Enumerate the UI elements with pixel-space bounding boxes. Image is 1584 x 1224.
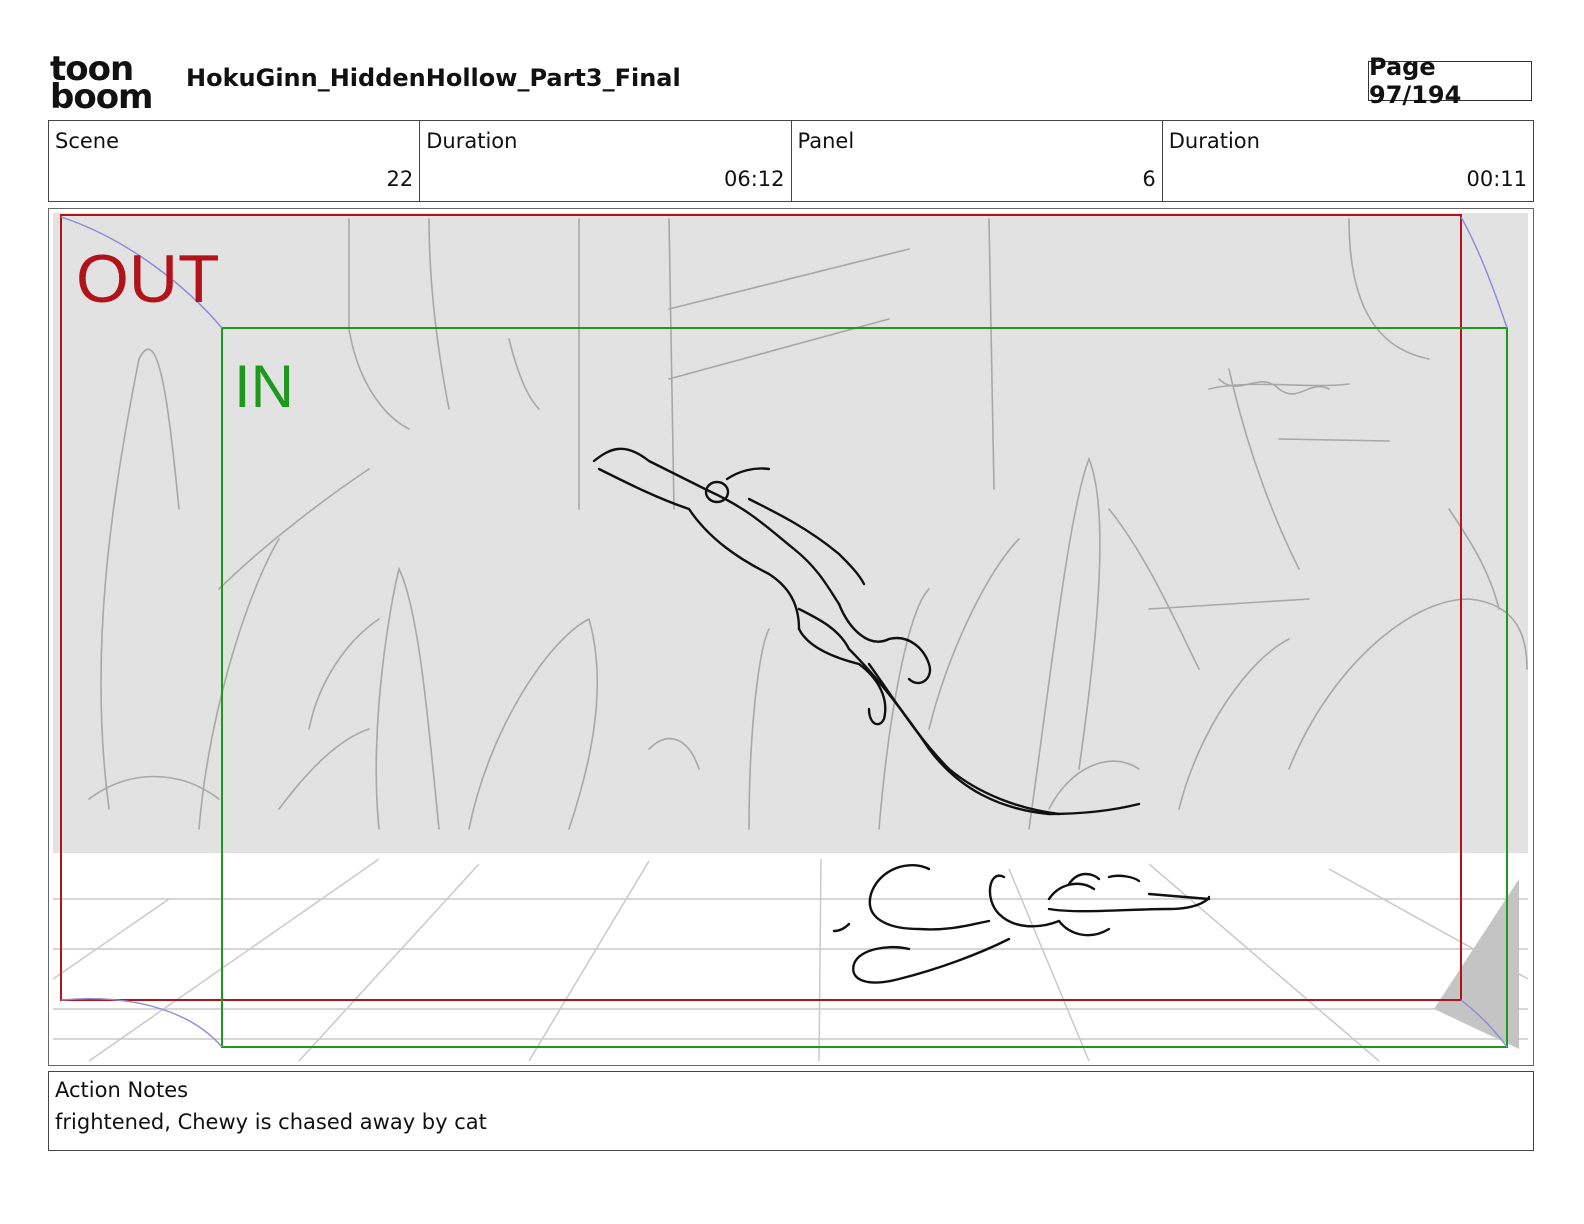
scene-duration-label: Duration <box>426 129 518 153</box>
scene-cell: Scene 22 <box>49 121 421 201</box>
panel-drawing: OUT IN <box>52 213 1529 1062</box>
panel-duration-value: 00:11 <box>1466 167 1527 191</box>
floor <box>53 853 1528 1061</box>
panel-cell: Panel 6 <box>792 121 1163 201</box>
background-wall <box>53 213 1528 853</box>
panel-duration-cell: Duration 00:11 <box>1163 121 1533 201</box>
scene-value: 22 <box>386 167 414 191</box>
panel-label: Panel <box>797 129 855 153</box>
scene-duration-value: 06:12 <box>723 167 785 191</box>
scene-duration-cell: Duration 06:12 <box>420 121 792 201</box>
panel-duration-label: Duration <box>1168 129 1260 153</box>
toonboom-logo: toon boom <box>50 50 165 114</box>
in-label: IN <box>234 353 294 420</box>
action-notes-text: frightened, Chewy is chased away by cat <box>55 1110 487 1134</box>
action-notes-label: Action Notes <box>55 1078 189 1102</box>
scene-label: Scene <box>55 129 120 153</box>
panel-value: 6 <box>1142 167 1156 191</box>
page-indicator: Page 97/194 <box>1368 53 1532 109</box>
panel-info-row: Scene 22 Duration 06:12 Panel 6 Duration… <box>48 120 1534 202</box>
action-notes-box: Action Notes frightened, Chewy is chased… <box>48 1071 1534 1151</box>
logo-line-2: boom <box>50 77 153 117</box>
out-label: OUT <box>76 241 220 317</box>
project-title: HokuGinn_HiddenHollow_Part3_Final <box>186 64 681 92</box>
storyboard-panel: OUT IN <box>48 208 1534 1066</box>
